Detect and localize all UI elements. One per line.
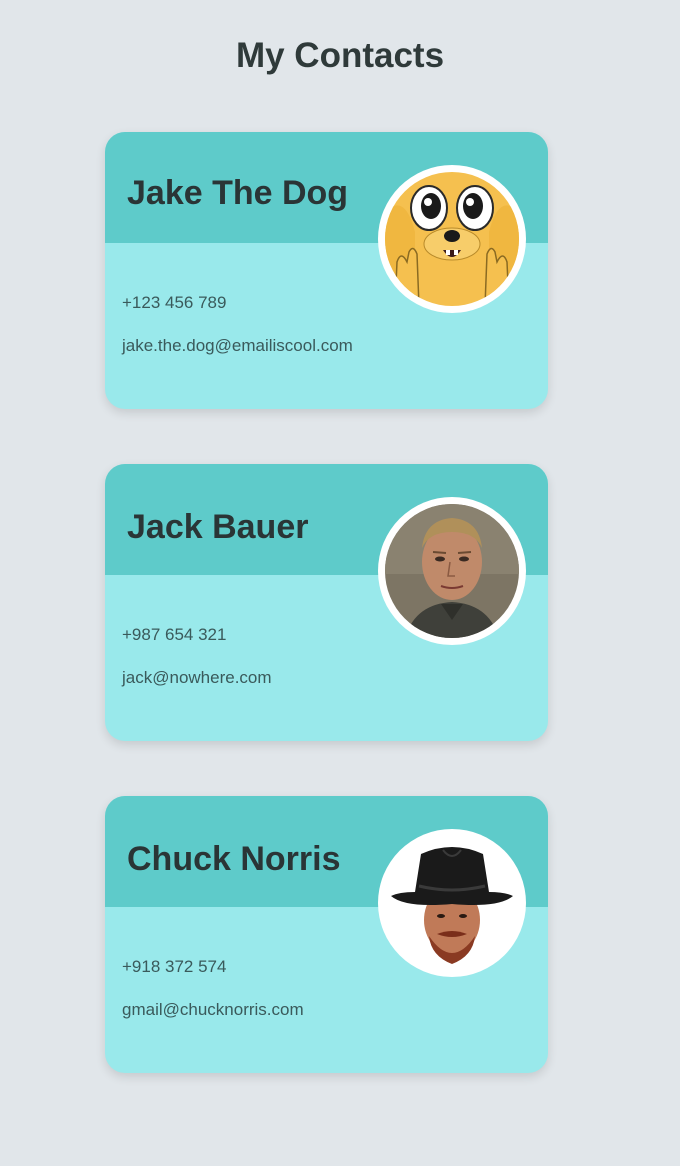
contact-name: Jack Bauer: [127, 508, 309, 546]
contact-name: Jake The Dog: [127, 174, 349, 212]
email-address[interactable]: gmail@chucknorris.com: [122, 1000, 304, 1020]
page-title: My Contacts: [235, 36, 445, 75]
jake-the-dog-avatar-icon: [385, 172, 519, 306]
contact-card-jack[interactable]: Jack Bauer +987 654 321 jack@nowhere.com: [105, 464, 548, 741]
contact-card-chuck[interactable]: Chuck Norris +918 372 574 gmail@chucknor…: [105, 796, 548, 1073]
avatar[interactable]: [378, 497, 526, 645]
email-address[interactable]: jake.the.dog@emailiscool.com: [122, 336, 353, 356]
email-address[interactable]: jack@nowhere.com: [122, 668, 272, 688]
avatar[interactable]: [378, 829, 526, 977]
contact-name: Chuck Norris: [127, 840, 341, 878]
jack-bauer-avatar-icon: [385, 504, 519, 638]
chuck-norris-avatar-icon: [385, 836, 519, 970]
phone-number[interactable]: +123 456 789: [122, 293, 226, 313]
phone-number[interactable]: +918 372 574: [122, 957, 226, 977]
avatar[interactable]: [378, 165, 526, 313]
contact-card-jake[interactable]: Jake The Dog +123 456 789 jake.the.dog@e…: [105, 132, 548, 409]
phone-number[interactable]: +987 654 321: [122, 625, 226, 645]
